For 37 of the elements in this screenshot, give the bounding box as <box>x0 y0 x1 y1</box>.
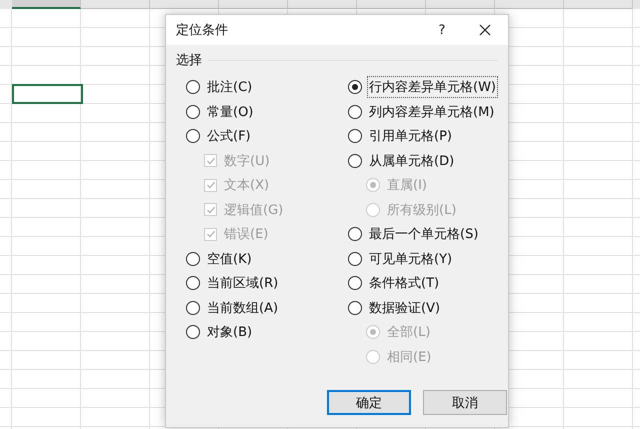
radio-button[interactable] <box>186 129 200 144</box>
option-label[interactable]: 批注(C) <box>205 76 254 98</box>
radio-button[interactable] <box>186 80 200 94</box>
option-label[interactable]: 对象(B) <box>205 321 254 344</box>
radio-button[interactable] <box>348 227 362 242</box>
radio-button[interactable] <box>186 325 200 340</box>
radio-button[interactable] <box>348 129 362 144</box>
option-label[interactable]: 空值(K) <box>205 248 254 270</box>
dialog-button[interactable]: 取消 <box>423 390 507 415</box>
option-label[interactable]: 从属单元格(D) <box>367 150 456 172</box>
option-label[interactable]: 条件格式(T) <box>367 272 442 294</box>
option-label[interactable]: 当前数组(A) <box>205 296 280 319</box>
option-label[interactable]: 公式(F) <box>205 125 253 148</box>
radio-button[interactable] <box>348 80 362 94</box>
group-label: 选择 <box>176 52 202 69</box>
radio-button[interactable] <box>348 104 362 119</box>
help-button[interactable]: ? <box>422 15 462 45</box>
option-label[interactable]: 常量(O) <box>205 100 256 123</box>
radio-button[interactable] <box>186 252 200 266</box>
radio-button[interactable] <box>348 154 362 168</box>
option-label[interactable]: 最后一个单元格(S) <box>367 223 480 246</box>
dialog-title: 定位条件 <box>176 22 229 39</box>
radio-button[interactable] <box>348 276 362 290</box>
option-label[interactable]: 引用单元格(P) <box>367 125 454 148</box>
radio-button[interactable] <box>186 276 200 290</box>
option-label[interactable]: 当前区域(R) <box>205 272 280 294</box>
radio-button[interactable] <box>186 300 200 315</box>
option-label[interactable]: 数据验证(V) <box>367 296 442 319</box>
active-cell[interactable] <box>12 84 83 104</box>
close-icon <box>479 24 491 36</box>
radio-button[interactable] <box>348 252 362 266</box>
radio-button[interactable] <box>348 300 362 315</box>
option-label[interactable]: 行内容差异单元格(W) <box>367 76 498 98</box>
radio-button[interactable] <box>186 104 200 119</box>
option-label[interactable]: 列内容差异单元格(M) <box>367 100 496 123</box>
dialog-button[interactable]: 确定 <box>327 390 411 415</box>
option-label[interactable]: 可见单元格(Y) <box>367 248 454 270</box>
